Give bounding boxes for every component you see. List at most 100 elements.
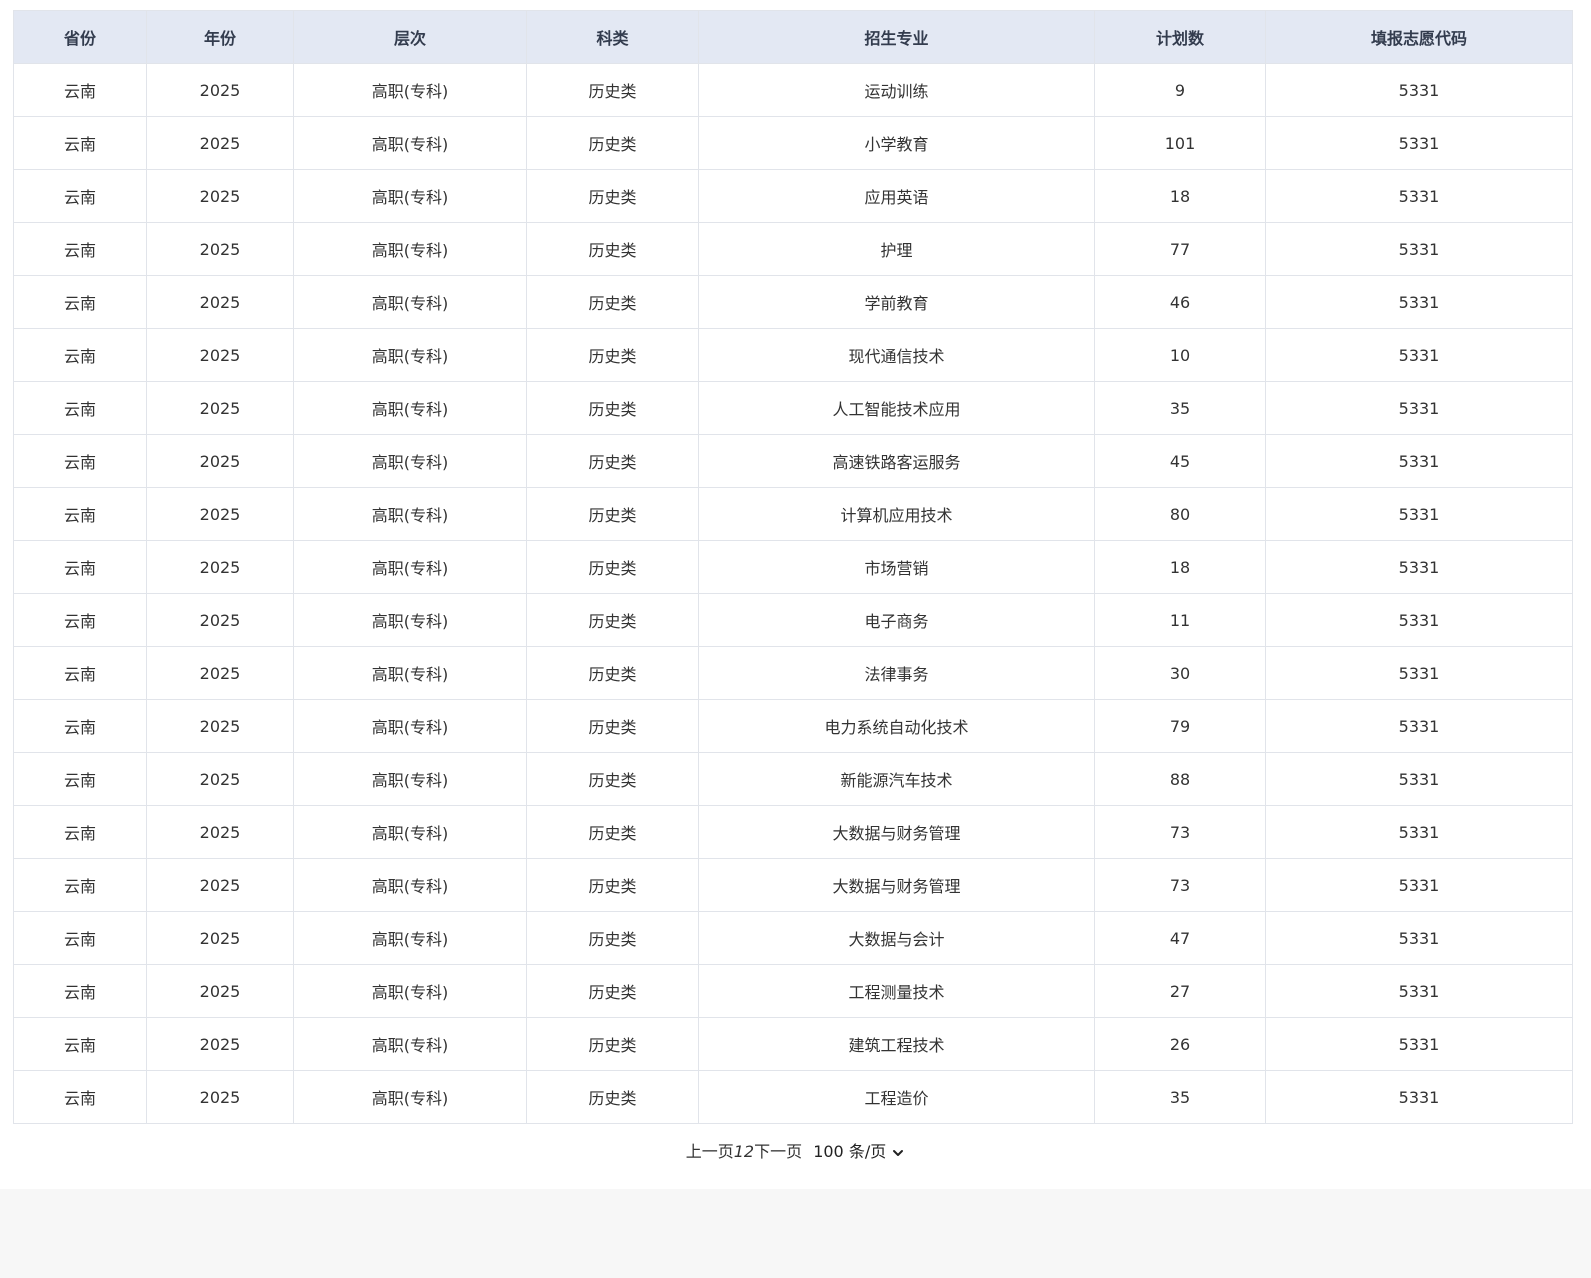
cell-level: 高职(专科) — [293, 169, 527, 223]
cell-year: 2025 — [146, 169, 294, 223]
cell-province: 云南 — [13, 858, 147, 912]
table-row: 云南 2025 高职(专科) 历史类 电子商务 11 5331 — [13, 593, 1573, 647]
cell-province: 云南 — [13, 381, 147, 435]
cell-province: 云南 — [13, 964, 147, 1018]
cell-province: 云南 — [13, 911, 147, 965]
cell-application-code: 5331 — [1265, 63, 1573, 117]
header-application-code: 填报志愿代码 — [1265, 10, 1573, 64]
cell-category: 历史类 — [526, 540, 699, 594]
cell-category: 历史类 — [526, 1017, 699, 1071]
cell-plan-count: 11 — [1094, 593, 1266, 647]
next-page-button[interactable]: 下一页 — [754, 1142, 802, 1162]
cell-application-code: 5331 — [1265, 1017, 1573, 1071]
table-body: 云南 2025 高职(专科) 历史类 运动训练 9 5331 云南 2025 高职(专科) 历史类小… — [13, 63, 1573, 1124]
cell-application-code: 5331 — [1265, 911, 1573, 965]
page-1-button[interactable]: 1 — [734, 1142, 744, 1162]
cell-level: 高职(专科) — [293, 805, 527, 859]
cell-province: 云南 — [13, 222, 147, 276]
table-row: 云南 2025 高职(专科) 历史类 大数据与会计 47 5331 — [13, 911, 1573, 965]
cell-year: 2025 — [146, 540, 294, 594]
table-header: 省份 年份 层次 科类 招生专业 计划数 填报志愿代码 — [13, 10, 1573, 64]
cell-major: 小学教育 — [698, 116, 1095, 170]
page-size-select[interactable]: 100 条/页 — [813, 1141, 905, 1162]
header-plan-count: 计划数 — [1094, 10, 1266, 64]
cell-application-code: 5331 — [1265, 964, 1573, 1018]
cell-province: 云南 — [13, 593, 147, 647]
cell-level: 高职(专科) — [293, 63, 527, 117]
table-row: 云南 2025 高职(专科) 历史类 现代通信技术 10 5331 — [13, 328, 1573, 382]
cell-major: 应用英语 — [698, 169, 1095, 223]
cell-plan-count: 27 — [1094, 964, 1266, 1018]
cell-year: 2025 — [146, 858, 294, 912]
cell-application-code: 5331 — [1265, 381, 1573, 435]
page-size-label: 100 条/页 — [813, 1141, 887, 1161]
table-row: 云南 2025 高职(专科) 历史类 新能源汽车技术 88 5331 — [13, 752, 1573, 806]
cell-year: 2025 — [146, 63, 294, 117]
cell-province: 云南 — [13, 487, 147, 541]
cell-level: 高职(专科) — [293, 222, 527, 276]
cell-plan-count: 77 — [1094, 222, 1266, 276]
cell-level: 高职(专科) — [293, 1017, 527, 1071]
header-row: 省份 年份 层次 科类 招生专业 计划数 填报志愿代码 — [13, 10, 1573, 64]
cell-category: 历史类 — [526, 328, 699, 382]
cell-major: 建筑工程技术 — [698, 1017, 1095, 1071]
cell-application-code: 5331 — [1265, 1070, 1573, 1124]
table-row: 云南 2025 高职(专科) 历史类 电力系统自动化技术 79 5331 — [13, 699, 1573, 753]
cell-plan-count: 35 — [1094, 381, 1266, 435]
cell-major: 学前教育 — [698, 275, 1095, 329]
table-row: 云南 2025 高职(专科) 历史类 市场营销 18 5331 — [13, 540, 1573, 594]
cell-plan-count: 18 — [1094, 169, 1266, 223]
cell-plan-count: 26 — [1094, 1017, 1266, 1071]
cell-province: 云南 — [13, 1070, 147, 1124]
cell-application-code: 5331 — [1265, 540, 1573, 594]
cell-plan-count: 35 — [1094, 1070, 1266, 1124]
cell-plan-count: 30 — [1094, 646, 1266, 700]
cell-province: 云南 — [13, 646, 147, 700]
cell-province: 云南 — [13, 275, 147, 329]
table-row: 云南 2025 高职(专科) 历史类 应用英语 18 5331 — [13, 169, 1573, 223]
cell-application-code: 5331 — [1265, 434, 1573, 488]
cell-year: 2025 — [146, 805, 294, 859]
cell-application-code: 5331 — [1265, 328, 1573, 382]
cell-level: 高职(专科) — [293, 593, 527, 647]
table-row: 云南 2025 高职(专科) 历史类 法律事务 30 5331 — [13, 646, 1573, 700]
table-row: 云南 2025 高职(专科) 历史类 小学教育 101 5331 — [13, 116, 1573, 170]
cell-province: 云南 — [13, 434, 147, 488]
cell-level: 高职(专科) — [293, 699, 527, 753]
table-row: 云南 2025 高职(专科) 历史类 护理 77 5331 — [13, 222, 1573, 276]
enrollment-plan-table: 省份 年份 层次 科类 招生专业 计划数 填报志愿代码 云南 2025 高职(专科)… — [13, 10, 1573, 1124]
header-category: 科类 — [526, 10, 699, 64]
cell-province: 云南 — [13, 699, 147, 753]
table-row: 云南 2025 高职(专科) 历史类 建筑工程技术 26 5331 — [13, 1017, 1573, 1071]
prev-page-button[interactable]: 上一页 — [686, 1142, 734, 1162]
cell-application-code: 5331 — [1265, 752, 1573, 806]
cell-level: 高职(专科) — [293, 752, 527, 806]
cell-year: 2025 — [146, 116, 294, 170]
cell-year: 2025 — [146, 1017, 294, 1071]
cell-level: 高职(专科) — [293, 858, 527, 912]
cell-year: 2025 — [146, 593, 294, 647]
cell-province: 云南 — [13, 116, 147, 170]
cell-application-code: 5331 — [1265, 593, 1573, 647]
cell-major: 护理 — [698, 222, 1095, 276]
cell-major: 高速铁路客运服务 — [698, 434, 1095, 488]
cell-category: 历史类 — [526, 858, 699, 912]
cell-province: 云南 — [13, 540, 147, 594]
cell-category: 历史类 — [526, 964, 699, 1018]
results-panel: 省份 年份 层次 科类 招生专业 计划数 填报志愿代码 云南 2025 高职(专科)… — [0, 0, 1591, 1189]
cell-category: 历史类 — [526, 63, 699, 117]
cell-province: 云南 — [13, 63, 147, 117]
cell-major: 运动训练 — [698, 63, 1095, 117]
cell-major: 大数据与财务管理 — [698, 805, 1095, 859]
table-row: 云南 2025 高职(专科) 历史类 计算机应用技术 80 5331 — [13, 487, 1573, 541]
cell-application-code: 5331 — [1265, 646, 1573, 700]
page-2-button[interactable]: 2 — [744, 1142, 754, 1162]
cell-level: 高职(专科) — [293, 328, 527, 382]
cell-plan-count: 73 — [1094, 858, 1266, 912]
cell-application-code: 5331 — [1265, 116, 1573, 170]
table-row: 云南 2025 高职(专科) 历史类 学前教育 46 5331 — [13, 275, 1573, 329]
cell-year: 2025 — [146, 752, 294, 806]
header-province: 省份 — [13, 10, 147, 64]
header-level: 层次 — [293, 10, 527, 64]
cell-major: 现代通信技术 — [698, 328, 1095, 382]
